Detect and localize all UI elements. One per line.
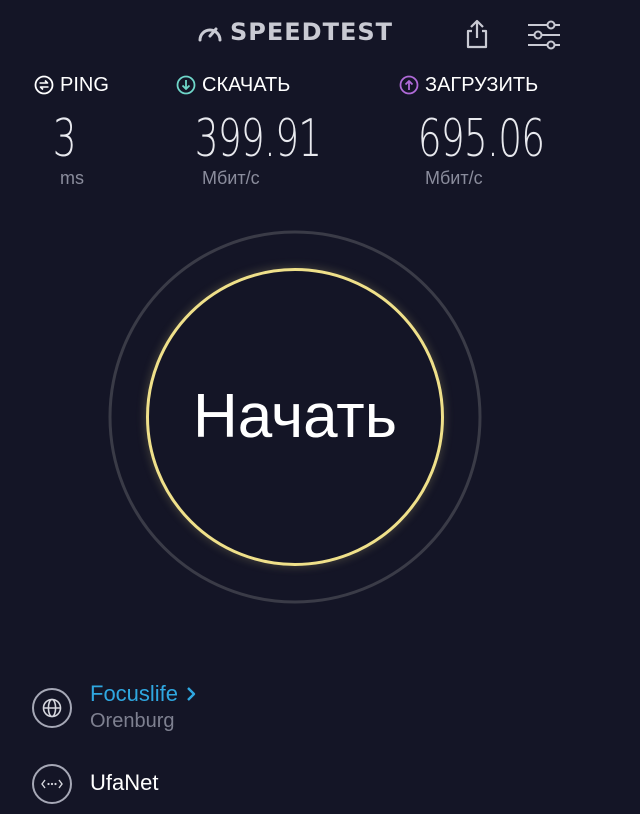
ping-label: PING [34, 70, 109, 100]
provider-name: Focuslife [90, 681, 179, 706]
upload-arrow-icon [399, 75, 419, 95]
connection-icon [32, 764, 72, 804]
download-label-text: СКАЧАТЬ [202, 73, 291, 96]
connection-name: UfaNet [90, 770, 159, 795]
ping-metric: PING 3 ms [34, 70, 109, 189]
chevron-right-icon [187, 687, 196, 701]
share-button[interactable] [460, 16, 494, 52]
ping-unit: ms [60, 168, 84, 188]
provider-location: Orenburg [90, 710, 175, 732]
provider-row[interactable]: Focuslife Orenburg [32, 680, 196, 733]
upload-label-text: ЗАГРУЗИТЬ [425, 73, 539, 96]
ping-value: 3 [52, 109, 77, 169]
upload-value: 695.06 [417, 109, 545, 169]
globe-icon [32, 688, 72, 728]
start-test-button[interactable]: Начать [146, 268, 444, 566]
download-arrow-icon [176, 75, 196, 95]
upload-label: ЗАГРУЗИТЬ [399, 70, 601, 100]
share-icon [466, 19, 488, 49]
download-unit: Мбит/с [202, 168, 260, 188]
ping-icon [34, 75, 54, 95]
provider-link[interactable]: Focuslife [90, 680, 196, 708]
upload-unit: Мбит/с [425, 168, 483, 188]
download-value: 399.91 [194, 109, 322, 169]
download-label: СКАЧАТЬ [176, 70, 378, 100]
speedtest-logo: SPEEDTEST [196, 18, 393, 46]
upload-metric: ЗАГРУЗИТЬ 695.06 Мбит/с [399, 70, 601, 189]
download-metric: СКАЧАТЬ 399.91 Мбит/с [176, 70, 378, 189]
start-button-label: Начать [192, 381, 397, 451]
logo-text: SPEEDTEST [230, 18, 394, 46]
ping-label-text: PING [60, 73, 109, 96]
settings-sliders-icon [528, 20, 560, 50]
speedometer-icon [198, 27, 222, 42]
app-header: SPEEDTEST [0, 0, 640, 70]
connection-row[interactable]: UfaNet [32, 760, 158, 804]
settings-button[interactable] [524, 18, 564, 52]
